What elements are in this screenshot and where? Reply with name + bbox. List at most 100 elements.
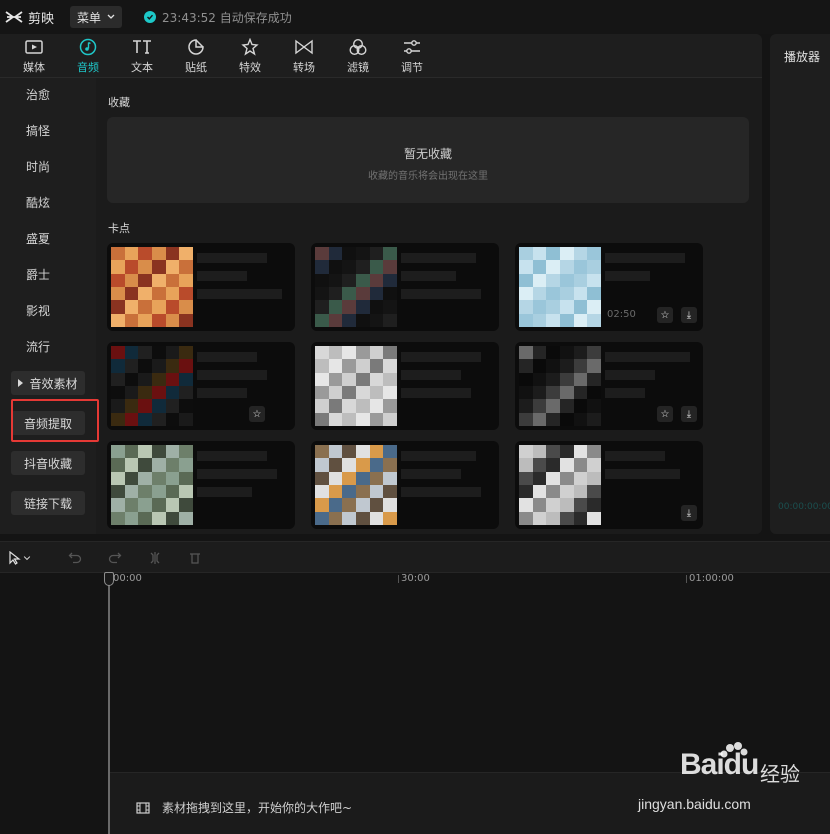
app-name: 剪映 bbox=[28, 11, 55, 27]
audio-thumbnail bbox=[519, 247, 601, 327]
audio-icon bbox=[79, 38, 97, 56]
tab-effects-label: 特效 bbox=[239, 61, 261, 74]
ruler-tick-label: 01:00:00 bbox=[689, 573, 734, 584]
category-item[interactable]: 搞怪 bbox=[26, 122, 50, 139]
tab-audio[interactable]: 音频 bbox=[65, 38, 111, 76]
audio-extract-highlight bbox=[11, 399, 99, 442]
category-item[interactable]: 影视 bbox=[26, 302, 50, 319]
download-icon[interactable]: ⤓ bbox=[681, 307, 697, 323]
audio-thumbnail bbox=[111, 346, 193, 426]
tab-transition-label: 转场 bbox=[293, 61, 315, 74]
save-status-text: 23:43:52 自动保存成功 bbox=[162, 10, 292, 25]
timeline-ruler[interactable]: 00:00 30:00 01:00:00 bbox=[0, 573, 830, 587]
link-download-label: 链接下载 bbox=[23, 496, 72, 511]
drop-hint-text: 素材拖拽到这里，开始你的大作吧~ bbox=[162, 801, 353, 815]
ruler-tick-label: 30:00 bbox=[401, 573, 430, 584]
undo-button[interactable] bbox=[68, 550, 82, 566]
download-icon[interactable]: ⤓ bbox=[681, 406, 697, 422]
delete-button[interactable] bbox=[188, 550, 202, 566]
redo-button[interactable] bbox=[108, 550, 122, 566]
category-item[interactable]: 流行 bbox=[26, 338, 50, 355]
download-icon[interactable]: ⤓ bbox=[681, 505, 697, 521]
audio-card[interactable]: ☆ bbox=[107, 342, 295, 430]
player-timecode: 00:00:00:00 bbox=[778, 502, 830, 512]
audio-card[interactable]: ☆ ⤓ bbox=[515, 342, 703, 430]
favorites-empty-text: 暂无收藏 bbox=[403, 147, 452, 161]
tab-transition[interactable]: 转场 bbox=[281, 38, 327, 76]
favorite-star-icon[interactable]: ☆ bbox=[657, 307, 673, 323]
audio-duration: 02:50 bbox=[607, 309, 636, 320]
audio-card-info bbox=[401, 352, 491, 416]
audio-card-info bbox=[197, 352, 287, 416]
chevron-down-icon bbox=[107, 14, 115, 19]
ruler-tick bbox=[686, 575, 687, 583]
tab-filter-label: 滤镜 bbox=[347, 61, 369, 74]
category-item[interactable]: 盛夏 bbox=[26, 230, 50, 247]
douyin-favorites-button[interactable]: 抖音收藏 bbox=[11, 451, 85, 475]
audio-thumbnail bbox=[111, 445, 193, 525]
tab-audio-label: 音频 bbox=[77, 61, 99, 74]
audio-card-info bbox=[401, 253, 491, 317]
media-icon bbox=[25, 40, 43, 54]
audio-thumbnail bbox=[519, 346, 601, 426]
audio-card[interactable] bbox=[311, 243, 499, 331]
asset-toolbar: 媒体 音频 文本 贴纸 特效 转场 滤镜 调节 bbox=[0, 34, 762, 78]
audio-library: 收藏 暂无收藏 收藏的音乐将会出现在这里 卡点 02:50 ☆ ⤓ ☆ ☆ ⤓ … bbox=[96, 78, 762, 534]
select-tool-button[interactable] bbox=[8, 550, 32, 566]
audio-card[interactable] bbox=[311, 342, 499, 430]
menu-button[interactable]: 菜单 bbox=[70, 6, 123, 28]
favorites-hint: 收藏的音乐将会出现在这里 bbox=[368, 171, 488, 182]
menu-label: 菜单 bbox=[77, 10, 102, 25]
tab-media[interactable]: 媒体 bbox=[11, 38, 57, 76]
tab-media-label: 媒体 bbox=[23, 61, 45, 74]
tab-text-label: 文本 bbox=[131, 61, 153, 74]
redo-icon bbox=[108, 552, 122, 564]
save-status: 23:43:52 自动保存成功 bbox=[144, 9, 292, 26]
tab-effects[interactable]: 特效 bbox=[227, 38, 273, 76]
chevron-down-icon bbox=[23, 556, 31, 561]
check-circle-icon bbox=[144, 11, 157, 23]
tab-text[interactable]: 文本 bbox=[119, 38, 165, 76]
timeline-toolbar bbox=[0, 541, 830, 573]
watermark-cn: 经验 bbox=[760, 762, 800, 786]
category-item[interactable]: 治愈 bbox=[26, 86, 50, 103]
playhead-handle[interactable] bbox=[104, 572, 114, 586]
watermark-brand: Baidu bbox=[680, 748, 759, 781]
filter-icon bbox=[349, 38, 367, 56]
cursor-icon bbox=[9, 551, 21, 565]
category-item[interactable]: 酷炫 bbox=[26, 194, 50, 211]
transition-icon bbox=[295, 39, 313, 55]
effects-icon bbox=[241, 38, 259, 56]
audio-thumbnail bbox=[315, 346, 397, 426]
category-item[interactable]: 爵士 bbox=[26, 266, 50, 283]
tab-sticker-label: 贴纸 bbox=[185, 61, 207, 74]
douyin-favorites-label: 抖音收藏 bbox=[23, 456, 72, 471]
trash-icon bbox=[190, 553, 200, 564]
sound-effects-button[interactable]: 音效素材 bbox=[11, 371, 85, 395]
film-icon bbox=[136, 801, 150, 814]
audio-thumbnail bbox=[111, 247, 193, 327]
split-button[interactable] bbox=[148, 550, 162, 566]
audio-card[interactable]: 02:50 ☆ ⤓ bbox=[515, 243, 703, 331]
drop-hint: 素材拖拽到这里，开始你的大作吧~ bbox=[136, 799, 352, 816]
adjust-icon bbox=[404, 40, 420, 54]
favorite-star-icon[interactable]: ☆ bbox=[657, 406, 673, 422]
tab-adjust[interactable]: 调节 bbox=[389, 38, 435, 76]
audio-card[interactable] bbox=[311, 441, 499, 529]
player-title: 播放器 bbox=[784, 50, 821, 64]
audio-card[interactable] bbox=[107, 441, 295, 529]
link-download-button[interactable]: 链接下载 bbox=[11, 491, 85, 515]
text-icon bbox=[133, 40, 151, 54]
sticker-icon bbox=[188, 39, 204, 55]
favorite-star-icon[interactable]: ☆ bbox=[249, 406, 265, 422]
category-item[interactable]: 时尚 bbox=[26, 158, 50, 175]
title-bar: 剪映 菜单 23:43:52 自动保存成功 bbox=[0, 0, 830, 34]
kadian-section-title: 卡点 bbox=[108, 222, 130, 235]
audio-card-info bbox=[197, 451, 287, 515]
tab-sticker[interactable]: 贴纸 bbox=[173, 38, 219, 76]
capcut-logo-icon bbox=[4, 9, 24, 25]
undo-icon bbox=[68, 552, 82, 564]
audio-card[interactable] bbox=[107, 243, 295, 331]
audio-card[interactable]: ⤓ bbox=[515, 441, 703, 529]
tab-filter[interactable]: 滤镜 bbox=[335, 38, 381, 76]
